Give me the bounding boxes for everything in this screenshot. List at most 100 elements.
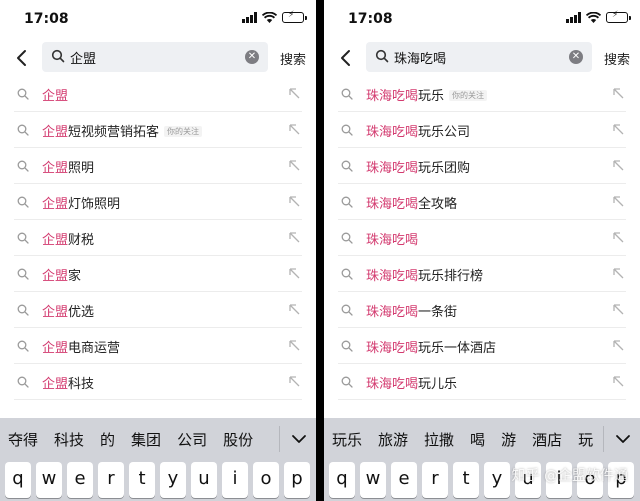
fill-query-arrow-icon[interactable]: [612, 87, 624, 99]
candidate-word[interactable]: 旅游: [378, 429, 408, 450]
key-r[interactable]: r: [422, 462, 448, 498]
status-icons: ⚡: [242, 10, 307, 23]
key-q[interactable]: q: [329, 462, 355, 498]
key-u[interactable]: u: [191, 462, 217, 498]
suggestion-list: 珠海吃喝玩乐 你的关注 珠海吃喝玩乐公司 珠海吃喝玩乐团购 珠海吃喝全攻略 珠海吃…: [324, 76, 640, 400]
candidate-word[interactable]: 酒店: [532, 429, 562, 450]
candidate-word[interactable]: 喝: [470, 429, 485, 450]
fill-query-arrow-icon[interactable]: [612, 303, 624, 315]
suggestion-text: 珠海吃喝一条街: [366, 301, 457, 320]
suggestion-item[interactable]: 企盟灯饰照明: [0, 184, 316, 220]
suggestion-highlight: 企盟: [42, 125, 69, 140]
fill-query-arrow-icon[interactable]: [612, 339, 624, 351]
divider: [14, 399, 302, 400]
search-input[interactable]: [394, 46, 554, 68]
left-phone-screen: 17:08 ⚡ ✕ 搜索 企盟 企盟短视频营销拓客你的关注: [0, 0, 316, 501]
suggestion-text: 珠海吃喝: [366, 229, 418, 248]
suggestion-item[interactable]: 企盟照明: [0, 148, 316, 184]
fill-query-arrow-icon[interactable]: [288, 123, 300, 135]
fill-query-arrow-icon[interactable]: [288, 231, 300, 243]
key-i[interactable]: i: [222, 462, 248, 498]
suggestion-item[interactable]: 珠海吃喝: [324, 220, 640, 256]
suggestion-rest: 全攻略: [418, 197, 458, 212]
chevron-down-icon[interactable]: [290, 430, 308, 448]
suggestion-item[interactable]: 企盟短视频营销拓客 你的关注: [0, 112, 316, 148]
suggestion-item[interactable]: 珠海吃喝全攻略: [324, 184, 640, 220]
candidate-word[interactable]: 夺得: [8, 429, 38, 450]
candidate-word[interactable]: 股份: [223, 429, 253, 450]
suggestion-item[interactable]: 企盟科技: [0, 364, 316, 400]
candidate-divider: [603, 426, 604, 452]
suggestion-item[interactable]: 珠海吃喝玩乐 你的关注: [324, 76, 640, 112]
candidate-word[interactable]: 科技: [54, 429, 84, 450]
candidate-word[interactable]: 公司: [177, 429, 207, 450]
fill-query-arrow-icon[interactable]: [612, 231, 624, 243]
chevron-down-icon[interactable]: [614, 430, 632, 448]
suggestion-rest: 玩乐排行榜: [418, 269, 484, 284]
search-button[interactable]: 搜索: [604, 49, 630, 68]
suggestion-item[interactable]: 企盟: [0, 76, 316, 112]
key-e[interactable]: e: [67, 462, 93, 498]
candidate-word[interactable]: 玩: [578, 429, 593, 450]
key-o[interactable]: o: [253, 462, 279, 498]
key-e[interactable]: e: [391, 462, 417, 498]
key-t[interactable]: t: [129, 462, 155, 498]
candidate-word[interactable]: 游: [501, 429, 516, 450]
suggestion-item[interactable]: 珠海吃喝玩乐公司: [324, 112, 640, 148]
fill-query-arrow-icon[interactable]: [612, 267, 624, 279]
key-q[interactable]: q: [5, 462, 31, 498]
fill-query-arrow-icon[interactable]: [288, 267, 300, 279]
suggestion-item[interactable]: 企盟电商运营: [0, 328, 316, 364]
suggestion-text: 企盟: [42, 85, 68, 104]
search-button[interactable]: 搜索: [280, 49, 306, 68]
suggestion-item[interactable]: 珠海吃喝玩乐一体酒店: [324, 328, 640, 364]
search-icon: [341, 376, 353, 388]
suggestion-highlight: 珠海吃喝: [366, 161, 419, 176]
candidate-word[interactable]: 集团: [131, 429, 161, 450]
suggestion-item[interactable]: 企盟财税: [0, 220, 316, 256]
search-icon: [17, 232, 29, 244]
suggestion-item[interactable]: 企盟家: [0, 256, 316, 292]
clear-icon[interactable]: ✕: [245, 50, 259, 64]
key-w[interactable]: w: [36, 462, 62, 498]
key-w[interactable]: w: [360, 462, 386, 498]
candidate-word[interactable]: 的: [100, 429, 115, 450]
clear-icon[interactable]: ✕: [569, 50, 583, 64]
fill-query-arrow-icon[interactable]: [288, 87, 300, 99]
fill-query-arrow-icon[interactable]: [288, 159, 300, 171]
fill-query-arrow-icon[interactable]: [288, 375, 300, 387]
fill-query-arrow-icon[interactable]: [612, 195, 624, 207]
suggestion-item[interactable]: 企盟优选: [0, 292, 316, 328]
suggestion-item[interactable]: 珠海吃喝一条街: [324, 292, 640, 328]
candidate-word[interactable]: 拉撒: [424, 429, 454, 450]
fill-query-arrow-icon[interactable]: [612, 123, 624, 135]
wifi-icon: [586, 12, 601, 23]
back-arrow-icon[interactable]: [10, 44, 34, 72]
suggestion-text: 企盟电商运营: [42, 337, 120, 356]
suggestion-item[interactable]: 珠海吃喝玩乐排行榜: [324, 256, 640, 292]
suggestion-item[interactable]: 珠海吃喝玩乐团购: [324, 148, 640, 184]
status-bar: 17:08 ⚡: [0, 0, 316, 40]
back-arrow-icon[interactable]: [334, 44, 358, 72]
suggestion-text: 珠海吃喝玩儿乐: [366, 373, 457, 392]
key-r[interactable]: r: [98, 462, 124, 498]
fill-query-arrow-icon[interactable]: [288, 339, 300, 351]
follow-tag: 你的关注: [449, 90, 488, 101]
suggestion-item[interactable]: 珠海吃喝玩儿乐: [324, 364, 640, 400]
candidate-word[interactable]: 玩乐: [332, 429, 362, 450]
fill-query-arrow-icon[interactable]: [288, 303, 300, 315]
fill-query-arrow-icon[interactable]: [612, 159, 624, 171]
fill-query-arrow-icon[interactable]: [288, 195, 300, 207]
key-t[interactable]: t: [453, 462, 479, 498]
suggestion-text: 企盟科技: [42, 373, 94, 392]
suggestion-text: 珠海吃喝玩乐公司: [366, 121, 470, 140]
keyboard: 玩乐 旅游 拉撒 喝 游 酒店 玩 q w e r t y u i o p 知乎…: [324, 418, 640, 501]
suggestion-highlight: 企盟: [42, 377, 69, 392]
search-input[interactable]: [70, 46, 230, 68]
suggestion-highlight: 企盟: [42, 89, 69, 104]
search-icon: [17, 268, 29, 280]
key-y[interactable]: y: [484, 462, 510, 498]
key-y[interactable]: y: [160, 462, 186, 498]
key-p[interactable]: p: [284, 462, 310, 498]
fill-query-arrow-icon[interactable]: [612, 375, 624, 387]
